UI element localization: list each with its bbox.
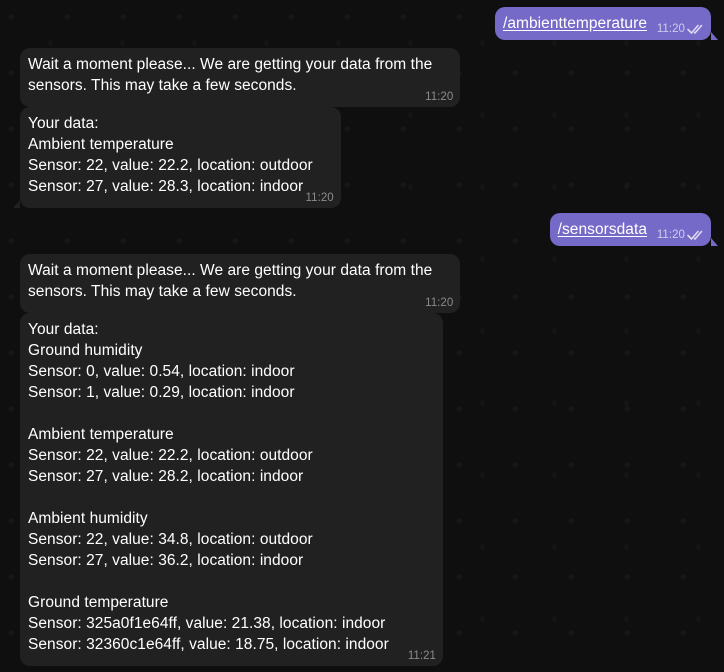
double-check-icon (687, 24, 703, 34)
message-line: Your data: (28, 321, 99, 338)
message-line: Ambient humidity (28, 510, 148, 527)
message-time: 11:20 (656, 229, 685, 241)
message-line: Sensor: 0, value: 0.54, location: indoor (28, 363, 295, 380)
message-time: 11:20 (425, 91, 454, 103)
message-line: Ground humidity (28, 342, 143, 359)
message-line: Your data: (28, 115, 99, 132)
incoming-message-wait: Wait a moment please... We are getting y… (20, 48, 461, 107)
message-line: Sensor: 22, value: 22.2, location: outdo… (28, 447, 313, 464)
message-meta: 11:20 (657, 228, 705, 242)
message-line: Sensor: 22, value: 34.8, location: outdo… (28, 531, 313, 548)
incoming-message-data: Your data: Ground humidity Sensor: 0, va… (20, 313, 443, 666)
message-line (28, 403, 415, 424)
message-line: Ambient temperature (28, 136, 174, 153)
message-line: Wait a moment please... We are getting y… (28, 262, 433, 279)
message-time: 11:21 (407, 650, 436, 662)
message-line: Sensor: 32360c1e64ff, value: 18.75, loca… (28, 636, 389, 653)
incoming-message-data: Your data: Ambient temperature Sensor: 2… (13, 107, 341, 208)
message-line: Sensor: 325a0f1e64ff, value: 21.38, loca… (28, 615, 386, 632)
message-time: 11:20 (425, 297, 454, 309)
command-link-ambienttemperature[interactable]: /ambienttemperature (503, 15, 647, 32)
message-time: 11:20 (656, 23, 685, 35)
incoming-message-wait: Wait a moment please... We are getting y… (20, 254, 461, 313)
message-line: Sensor: 1, value: 0.29, location: indoor (28, 384, 295, 401)
command-link-sensorsdata[interactable]: /sensorsdata (558, 221, 647, 238)
outgoing-message-sensorsdata: /sensorsdata 11:20 (549, 213, 718, 246)
chat-history[interactable]: /ambienttemperature 11:20 Wait a moment … (0, 0, 724, 672)
message-line (28, 487, 415, 508)
message-line: Ground temperature (28, 594, 169, 611)
message-meta: 11:20 (657, 22, 705, 36)
outgoing-message-ambienttemperature: /ambienttemperature 11:20 (495, 7, 718, 40)
message-line: Sensor: 27, value: 36.2, location: indoo… (28, 552, 304, 569)
message-line: sensors. This may take a few seconds. (28, 77, 297, 94)
message-time: 11:20 (305, 192, 334, 204)
message-line: Wait a moment please... We are getting y… (28, 56, 433, 73)
double-check-icon (687, 230, 703, 240)
message-line: Sensor: 27, value: 28.3, location: indoo… (28, 178, 304, 195)
message-line: Ambient temperature (28, 426, 174, 443)
message-line: Sensor: 27, value: 28.2, location: indoo… (28, 468, 304, 485)
message-line (28, 571, 415, 592)
message-line: sensors. This may take a few seconds. (28, 283, 297, 300)
message-line: Sensor: 22, value: 22.2, location: outdo… (28, 157, 313, 174)
